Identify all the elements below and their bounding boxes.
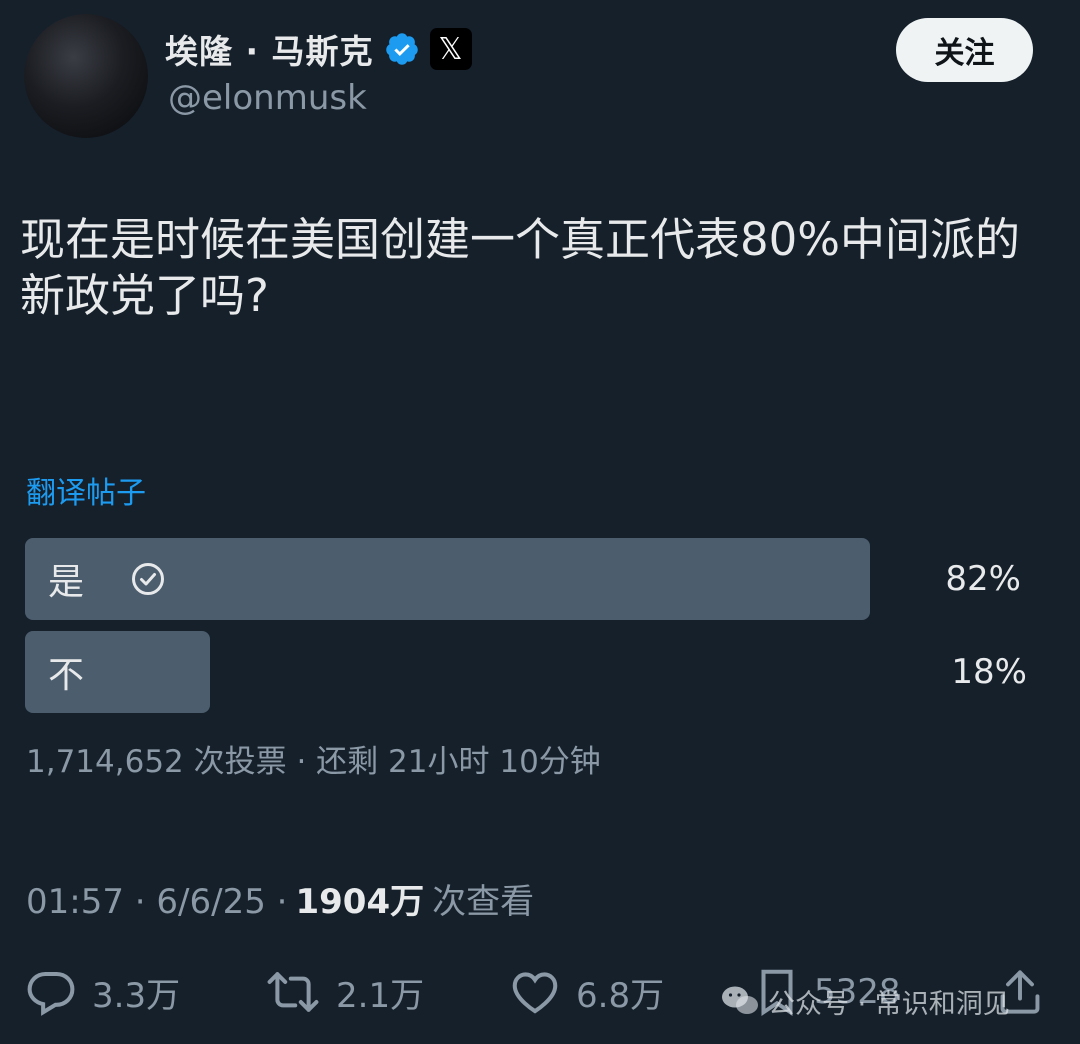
follow-button[interactable]: 关注 bbox=[896, 18, 1033, 82]
translate-post-link[interactable]: 翻译帖子 bbox=[26, 468, 146, 512]
watermark-text: 公众号 · 常识和洞见 bbox=[768, 988, 1010, 1020]
author-handle[interactable]: @elonmusk bbox=[168, 78, 367, 118]
poll-option-label-row: 是 bbox=[48, 538, 166, 620]
reply-icon bbox=[24, 965, 78, 1019]
post-time-date[interactable]: 01:57 · 6/6/25 · bbox=[26, 882, 287, 922]
avatar[interactable] bbox=[24, 14, 148, 138]
tweet-view: 埃隆 · 马斯克 𝕏 @elonmusk 关注 现在是时候在美国创建一个真正代表… bbox=[0, 0, 1080, 1044]
retweet-count: 2.1万 bbox=[336, 975, 425, 1016]
poll-option-yes[interactable]: 是 82% bbox=[25, 538, 1025, 620]
views-count: 1904万 bbox=[295, 882, 425, 922]
heart-icon bbox=[508, 965, 562, 1019]
poll-option-label: 不 bbox=[48, 655, 85, 696]
retweet-icon bbox=[264, 965, 322, 1019]
author-name-row: 埃隆 · 马斯克 𝕏 bbox=[165, 26, 472, 72]
timestamp-row: 01:57 · 6/6/25 · 1904万 次查看 bbox=[26, 874, 534, 923]
poll-option-label: 是 bbox=[48, 562, 85, 603]
retweet-button[interactable]: 2.1万 bbox=[264, 960, 424, 1024]
poll-option-no[interactable]: 不 18% bbox=[25, 631, 1027, 713]
poll-option-label-row: 不 bbox=[48, 631, 84, 713]
reply-button[interactable]: 3.3万 bbox=[24, 960, 180, 1024]
check-circle-icon bbox=[130, 561, 166, 597]
poll-option-percent: 82% bbox=[945, 559, 1021, 599]
wechat-logo-icon bbox=[720, 984, 760, 1018]
x-logo-icon: 𝕏 bbox=[429, 28, 472, 70]
poll-meta: 1,714,652 次投票 · 还剩 21小时 10分钟 bbox=[26, 744, 601, 780]
poll-option-percent: 18% bbox=[951, 652, 1027, 692]
like-button[interactable]: 6.8万 bbox=[508, 960, 664, 1024]
watermark: 公众号 · 常识和洞见 bbox=[720, 976, 1010, 1026]
reply-count: 3.3万 bbox=[92, 975, 181, 1016]
like-count: 6.8万 bbox=[576, 975, 665, 1016]
views-suffix: 次查看 bbox=[432, 882, 535, 922]
post-text: 现在是时候在美国创建一个真正代表80%中间派的新政党了吗? bbox=[20, 213, 1021, 322]
verified-badge-icon[interactable] bbox=[384, 31, 420, 67]
author-display-name[interactable]: 埃隆 · 马斯克 bbox=[165, 25, 374, 73]
